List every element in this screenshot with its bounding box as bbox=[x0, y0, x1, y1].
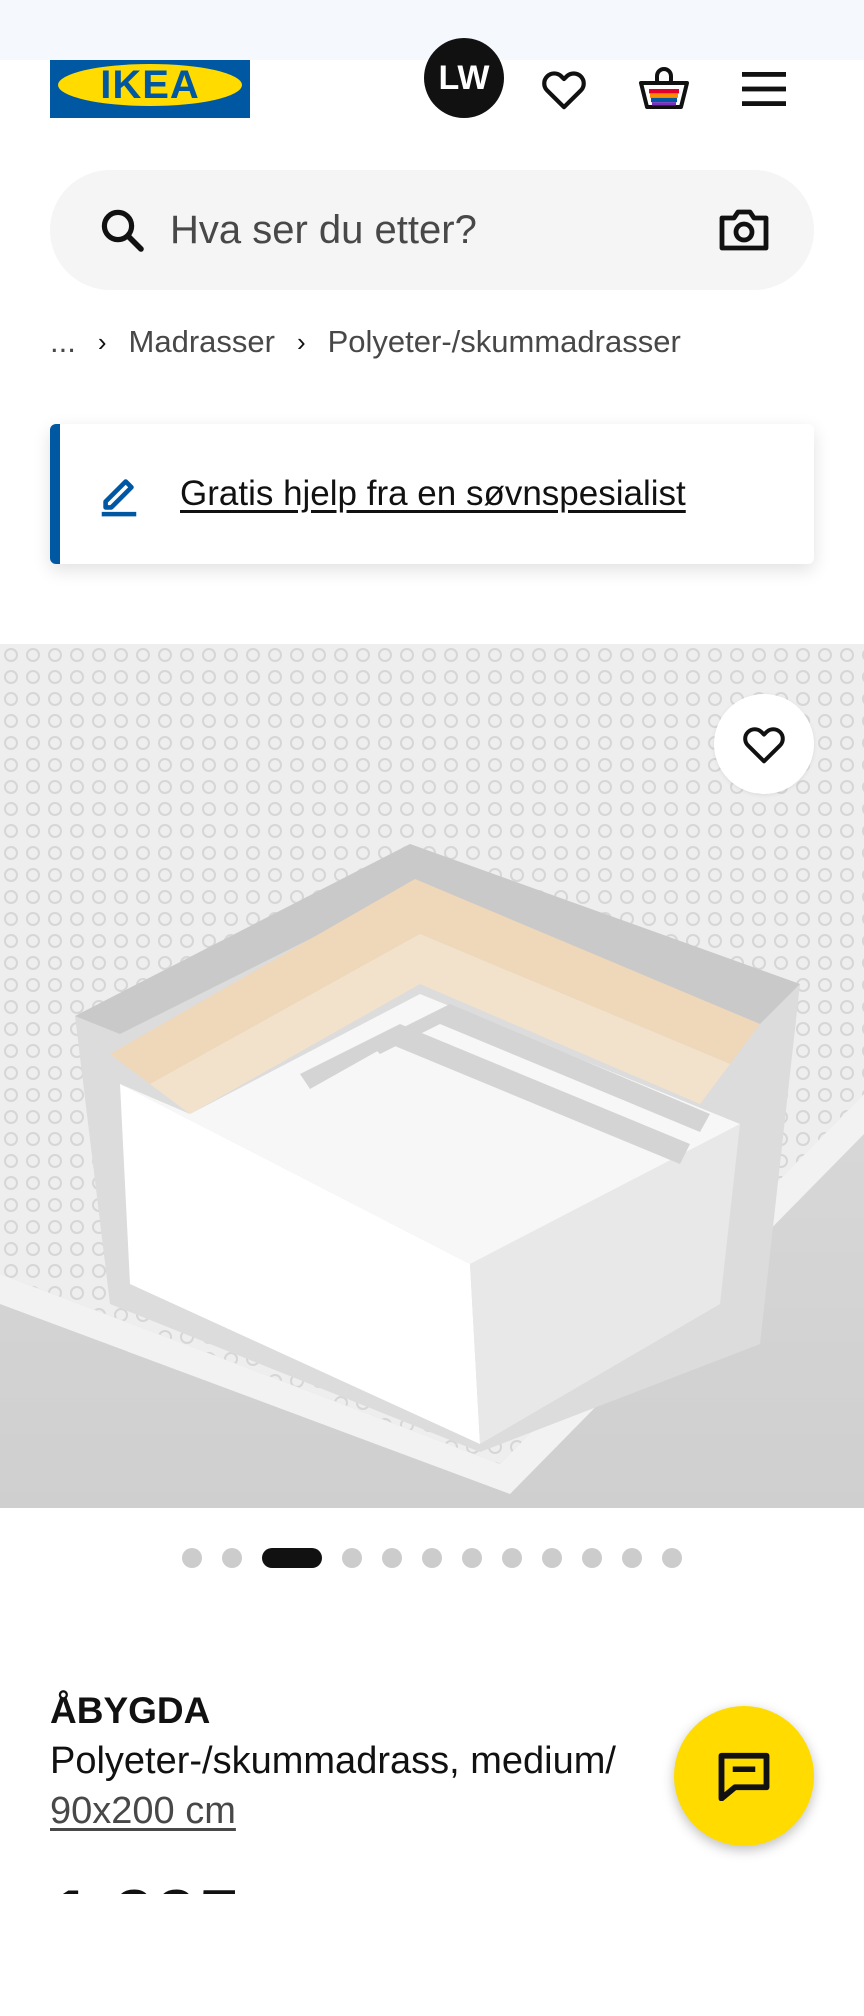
gallery-dot[interactable] bbox=[622, 1548, 642, 1568]
breadcrumb: ... › Madrasser › Polyeter-/skummadrasse… bbox=[50, 320, 681, 364]
user-avatar-button[interactable]: LW bbox=[424, 38, 504, 118]
gallery-dot[interactable] bbox=[462, 1548, 482, 1568]
heart-icon bbox=[743, 727, 785, 764]
gallery-dot[interactable] bbox=[262, 1548, 322, 1568]
gallery-dot[interactable] bbox=[662, 1548, 682, 1568]
breadcrumb-ellipsis[interactable]: ... bbox=[50, 324, 76, 360]
price-value: 1 995 bbox=[50, 1880, 240, 1894]
search-input[interactable]: Hva ser du etter? bbox=[170, 170, 477, 290]
avatar: LW bbox=[424, 38, 504, 118]
search-bar[interactable]: Hva ser du etter? bbox=[50, 170, 814, 290]
chevron-right-icon: › bbox=[296, 326, 306, 357]
product-name: ÅBYGDA bbox=[50, 1690, 211, 1731]
breadcrumb-madrasser[interactable]: Madrasser bbox=[129, 324, 275, 360]
chevron-right-icon: › bbox=[97, 326, 107, 357]
camera-icon[interactable] bbox=[718, 206, 770, 254]
gallery-dot[interactable] bbox=[222, 1548, 242, 1568]
pencil-icon bbox=[101, 479, 137, 517]
favourites-button[interactable] bbox=[534, 60, 594, 118]
banner-accent-bar bbox=[50, 424, 60, 564]
menu-icon bbox=[742, 72, 786, 106]
heart-icon bbox=[542, 71, 586, 110]
chat-bubble-icon bbox=[718, 1752, 770, 1801]
chat-button[interactable] bbox=[674, 1706, 814, 1846]
sleep-specialist-banner: Gratis hjelp fra en søvnspesialist bbox=[50, 424, 814, 564]
site-header: IKEA LW bbox=[0, 38, 864, 160]
shopping-cart-icon bbox=[639, 67, 689, 109]
product-description: Polyeter-/skummadrass, medium/ bbox=[50, 1740, 616, 1782]
menu-button[interactable] bbox=[734, 60, 794, 118]
logo-text: IKEA bbox=[100, 63, 200, 107]
gallery-dot[interactable] bbox=[342, 1548, 362, 1568]
breadcrumb-polyeter[interactable]: Polyeter-/skummadrasser bbox=[328, 324, 681, 360]
gallery-pagination bbox=[0, 1546, 864, 1570]
gallery-dot[interactable] bbox=[382, 1548, 402, 1568]
shopping-cart-button[interactable] bbox=[634, 60, 694, 118]
gallery-dot[interactable] bbox=[542, 1548, 562, 1568]
top-status-strip bbox=[0, 0, 864, 60]
price-partial: 1 995 bbox=[50, 1880, 270, 1894]
product-size-link[interactable]: 90x200 cm bbox=[50, 1790, 236, 1833]
gallery-dot[interactable] bbox=[502, 1548, 522, 1568]
gallery-dot[interactable] bbox=[582, 1548, 602, 1568]
add-to-favourites-button[interactable] bbox=[714, 694, 814, 794]
gallery-dot[interactable] bbox=[422, 1548, 442, 1568]
sleep-specialist-link[interactable]: Gratis hjelp fra en søvnspesialist bbox=[180, 424, 686, 564]
gallery-dot[interactable] bbox=[182, 1548, 202, 1568]
ikea-logo[interactable]: IKEA bbox=[50, 60, 250, 118]
search-icon bbox=[101, 209, 144, 252]
